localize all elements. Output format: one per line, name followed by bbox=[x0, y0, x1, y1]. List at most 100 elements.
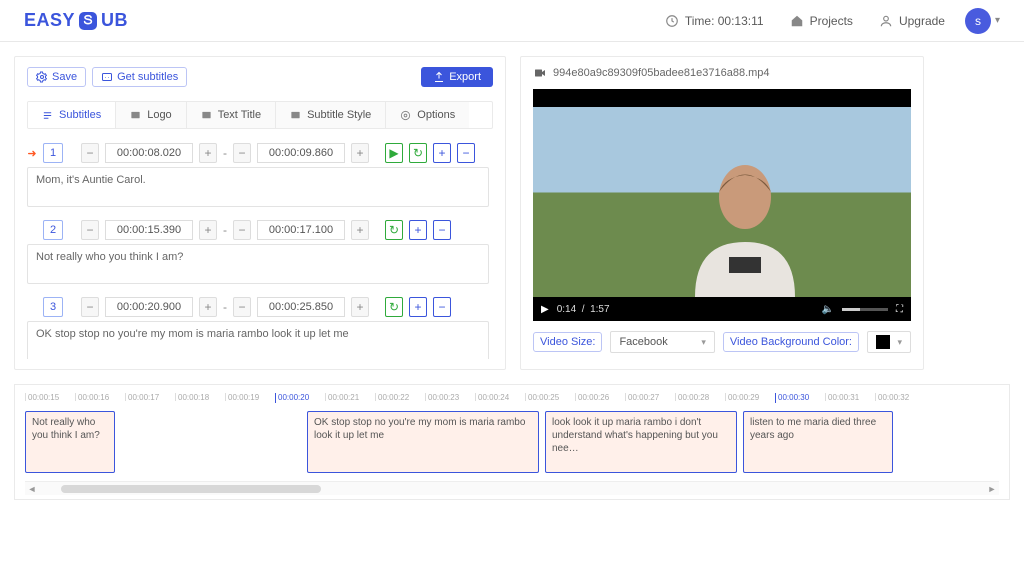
video-size-select[interactable]: Facebook ▾ bbox=[610, 331, 714, 353]
end-time-input[interactable] bbox=[257, 297, 345, 317]
editor-toolbar: Save Get subtitles Export bbox=[27, 67, 493, 87]
end-decrement[interactable]: − bbox=[233, 143, 251, 163]
ruler-tick: 00:00:17 bbox=[125, 393, 175, 401]
subtitle-text-input[interactable]: Not really who you think I am? bbox=[27, 244, 489, 284]
start-time-input[interactable] bbox=[105, 143, 193, 163]
header-time: Time: 00:13:11 bbox=[665, 14, 764, 28]
start-increment[interactable]: + bbox=[199, 297, 217, 317]
video-controls: ▶ 0:14 / 1:57 🔈 ⛶ bbox=[533, 297, 911, 321]
ruler-tick: 00:00:32 bbox=[875, 393, 925, 401]
tab-subtitle-style-label: Subtitle Style bbox=[307, 109, 371, 121]
tab-options-label: Options bbox=[417, 109, 455, 121]
remove-subtitle-icon[interactable]: − bbox=[457, 143, 475, 163]
nav-projects[interactable]: Projects bbox=[790, 14, 853, 28]
reload-icon[interactable]: ↻ bbox=[385, 220, 403, 240]
ruler-tick: 00:00:19 bbox=[225, 393, 275, 401]
end-time-input[interactable] bbox=[257, 143, 345, 163]
add-subtitle-icon[interactable]: + bbox=[409, 297, 427, 317]
home-icon bbox=[790, 14, 804, 28]
export-button[interactable]: Export bbox=[421, 67, 493, 87]
video-bg-color-select[interactable]: ▾ bbox=[867, 331, 911, 353]
end-time-input[interactable] bbox=[257, 220, 345, 240]
fullscreen-icon[interactable]: ⛶ bbox=[896, 304, 903, 315]
remove-subtitle-icon[interactable]: − bbox=[433, 297, 451, 317]
ruler-tick: 00:00:22 bbox=[375, 393, 425, 401]
ruler-tick: 00:00:31 bbox=[825, 393, 875, 401]
timeline-clip[interactable]: Not really who you think I am? bbox=[25, 411, 115, 473]
play-icon[interactable]: ▶ bbox=[541, 304, 549, 315]
logo-text-prefix: EASY bbox=[24, 10, 75, 31]
ruler-tick: 00:00:26 bbox=[575, 393, 625, 401]
time-dash: - bbox=[223, 300, 227, 314]
subtitle-text-input[interactable]: OK stop stop no you're my mom is maria r… bbox=[27, 321, 489, 359]
end-increment[interactable]: + bbox=[351, 297, 369, 317]
start-time-input[interactable] bbox=[105, 220, 193, 240]
ruler-tick: 00:00:15 bbox=[25, 393, 75, 401]
remove-subtitle-icon[interactable]: − bbox=[433, 220, 451, 240]
play-icon[interactable]: ▶ bbox=[385, 143, 403, 163]
video-size-value: Facebook bbox=[619, 336, 667, 348]
end-decrement[interactable]: − bbox=[233, 220, 251, 240]
subtitle-row: ➜1−+-−+▶↻+−Mom, it's Auntie Carol. bbox=[27, 143, 489, 210]
tab-logo[interactable]: Logo bbox=[116, 102, 186, 128]
export-button-label: Export bbox=[449, 71, 481, 83]
ruler-tick: 00:00:29 bbox=[725, 393, 775, 401]
video-duration: 1:57 bbox=[590, 304, 609, 315]
editor-tabs: Subtitles Logo Text Title Subtitle Style… bbox=[27, 101, 493, 129]
gear-icon bbox=[36, 71, 48, 83]
tab-text-title[interactable]: Text Title bbox=[187, 102, 276, 128]
video-frame bbox=[533, 107, 911, 297]
ruler-tick: 00:00:20 bbox=[275, 393, 325, 403]
video-size-label: Video Size: bbox=[533, 332, 602, 352]
timeline-track[interactable]: Not really who you think I am? OK stop st… bbox=[25, 411, 999, 481]
volume-slider[interactable] bbox=[842, 308, 888, 311]
video-filename: 994e80a9c89309f05badee81e3716a88.mp4 bbox=[533, 67, 911, 79]
video-player[interactable]: ▶ 0:14 / 1:57 🔈 ⛶ bbox=[533, 89, 911, 321]
avatar: s bbox=[965, 8, 991, 34]
chevron-down-icon: ▾ bbox=[995, 15, 1000, 26]
add-subtitle-icon[interactable]: + bbox=[409, 220, 427, 240]
gear-icon bbox=[400, 110, 411, 121]
chevron-down-icon: ▾ bbox=[701, 337, 706, 348]
start-decrement[interactable]: − bbox=[81, 297, 99, 317]
start-increment[interactable]: + bbox=[199, 143, 217, 163]
style-icon bbox=[290, 110, 301, 121]
volume-icon[interactable]: 🔈 bbox=[822, 304, 834, 315]
start-increment[interactable]: + bbox=[199, 220, 217, 240]
start-decrement[interactable]: − bbox=[81, 143, 99, 163]
user-menu[interactable]: s ▾ bbox=[945, 8, 1000, 34]
get-subtitles-button[interactable]: Get subtitles bbox=[92, 67, 187, 87]
timeline-clip[interactable]: listen to me maria died three years ago bbox=[743, 411, 893, 473]
timeline-clip[interactable]: OK stop stop no you're my mom is maria r… bbox=[307, 411, 539, 473]
scroll-left-icon[interactable]: ◄ bbox=[25, 484, 39, 494]
end-increment[interactable]: + bbox=[351, 220, 369, 240]
video-filename-text: 994e80a9c89309f05badee81e3716a88.mp4 bbox=[553, 67, 770, 79]
ruler-tick: 00:00:27 bbox=[625, 393, 675, 401]
save-button[interactable]: Save bbox=[27, 67, 86, 87]
timeline-clip[interactable]: look look it up maria rambo i don't unde… bbox=[545, 411, 737, 473]
tab-subtitles[interactable]: Subtitles bbox=[28, 102, 116, 128]
end-increment[interactable]: + bbox=[351, 143, 369, 163]
scrollbar-thumb[interactable] bbox=[61, 485, 321, 493]
subtitle-list[interactable]: ➜1−+-−+▶↻+−Mom, it's Auntie Carol.2−+-−+… bbox=[27, 143, 493, 359]
clock-icon bbox=[665, 14, 679, 28]
time-dash: - bbox=[223, 223, 227, 237]
start-time-input[interactable] bbox=[105, 297, 193, 317]
timeline-scrollbar[interactable]: ◄ ► bbox=[25, 481, 999, 495]
app-logo: EASY UB bbox=[24, 10, 128, 32]
video-bg-color-label: Video Background Color: bbox=[723, 332, 859, 352]
timeline-ruler[interactable]: 00:00:1500:00:1600:00:1700:00:1800:00:19… bbox=[25, 393, 999, 411]
end-decrement[interactable]: − bbox=[233, 297, 251, 317]
scroll-right-icon[interactable]: ► bbox=[985, 484, 999, 494]
add-subtitle-icon[interactable]: + bbox=[433, 143, 451, 163]
tab-subtitle-style[interactable]: Subtitle Style bbox=[276, 102, 386, 128]
start-decrement[interactable]: − bbox=[81, 220, 99, 240]
tab-options[interactable]: Options bbox=[386, 102, 469, 128]
current-marker-icon: ➜ bbox=[27, 147, 37, 160]
tab-text-title-label: Text Title bbox=[218, 109, 261, 121]
nav-upgrade[interactable]: Upgrade bbox=[879, 14, 945, 28]
reload-icon[interactable]: ↻ bbox=[385, 297, 403, 317]
time-label: Time: bbox=[685, 14, 715, 28]
subtitle-text-input[interactable]: Mom, it's Auntie Carol. bbox=[27, 167, 489, 207]
reload-icon[interactable]: ↻ bbox=[409, 143, 427, 163]
